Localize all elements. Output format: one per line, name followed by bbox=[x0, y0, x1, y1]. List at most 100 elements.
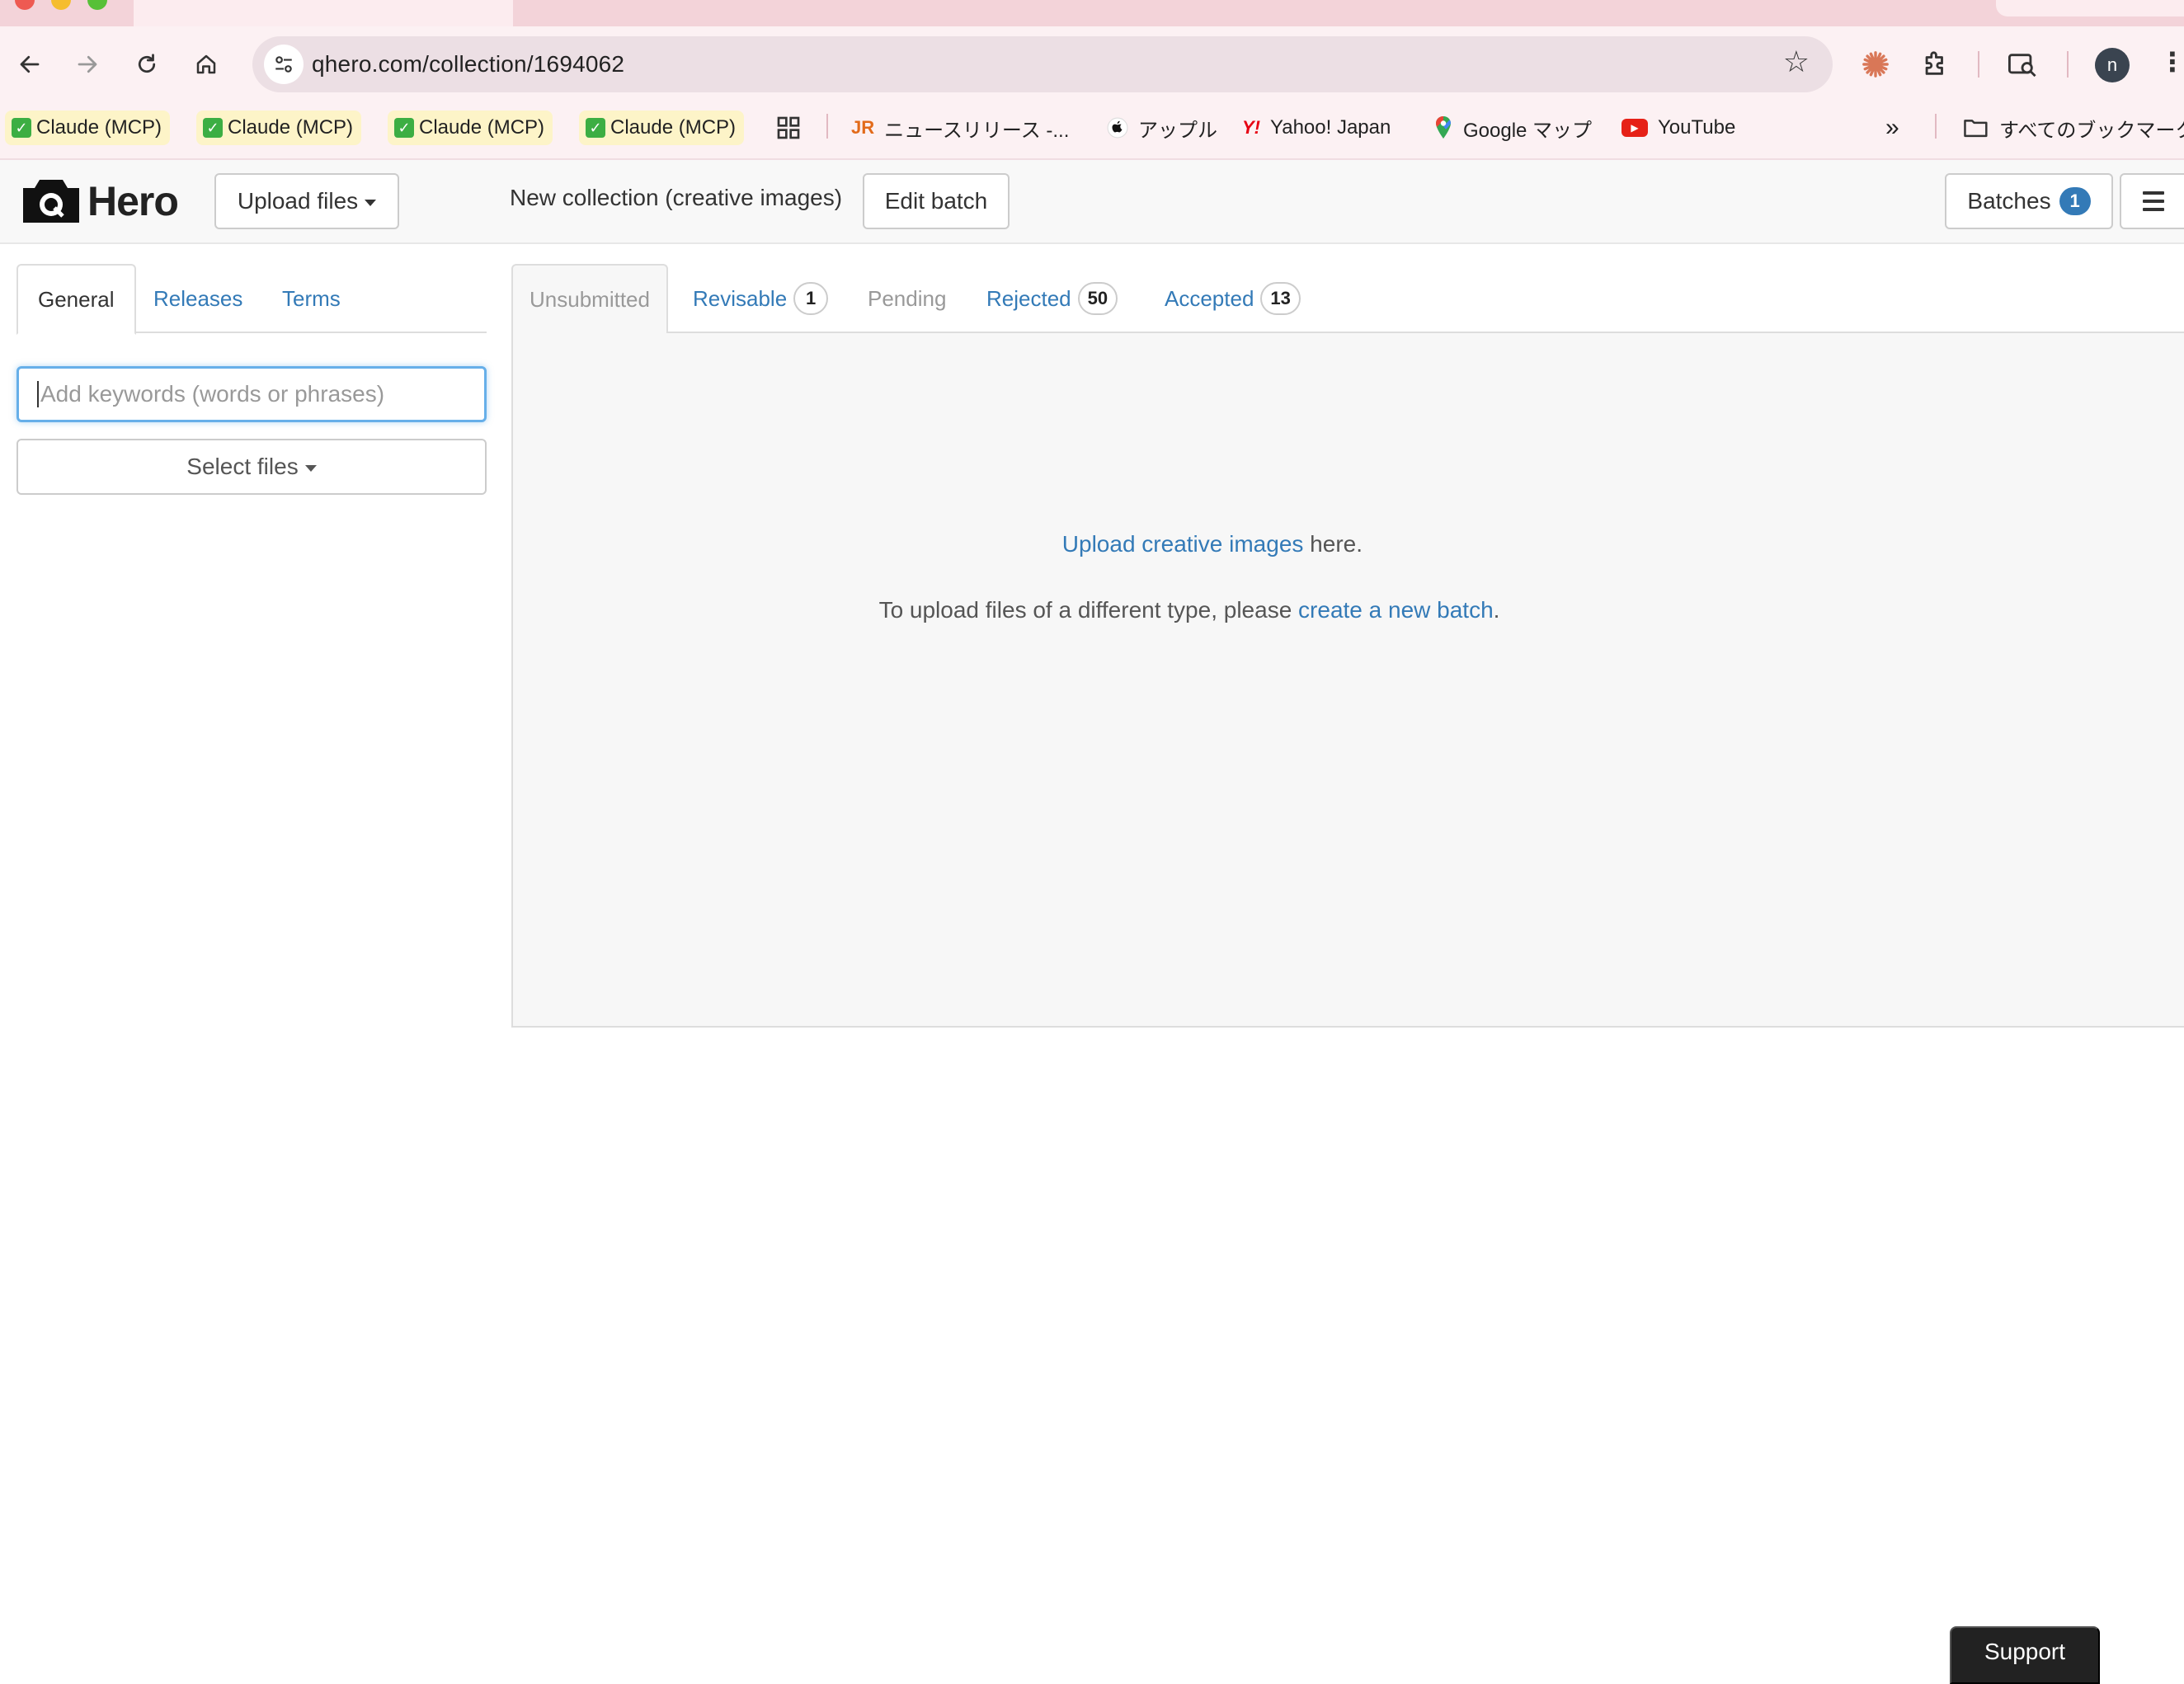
keywords-input[interactable]: Add keywords (words or phrases) bbox=[16, 366, 487, 422]
bookmark-youtube[interactable]: ▶ YouTube bbox=[1622, 111, 1735, 145]
bookmark-claude-mcp-2[interactable]: ✓ Claude (MCP) bbox=[196, 111, 362, 145]
site-settings-icon[interactable] bbox=[264, 45, 304, 84]
upload-files-button[interactable]: Upload files bbox=[214, 173, 399, 229]
apps-grid-icon bbox=[777, 116, 800, 139]
bookmark-separator bbox=[1935, 114, 1937, 139]
tab-unsubmitted[interactable]: Unsubmitted bbox=[511, 264, 668, 335]
google-maps-pin-icon bbox=[1433, 115, 1453, 140]
tab-count-badge: 13 bbox=[1260, 282, 1301, 315]
bookmark-label: Claude (MCP) bbox=[228, 116, 354, 139]
app-header: Hero Upload files New collection (creati… bbox=[0, 160, 2184, 244]
minimize-window-button[interactable] bbox=[51, 0, 71, 10]
arrow-left-icon bbox=[20, 55, 40, 73]
qhero-logo[interactable]: Hero bbox=[20, 175, 179, 228]
tab-pending[interactable]: Pending bbox=[851, 264, 963, 333]
batches-label: Batches bbox=[1967, 188, 2051, 214]
upload-instructions: Upload creative images here. bbox=[513, 531, 1363, 557]
check-icon: ✓ bbox=[203, 118, 223, 138]
tab-label: Accepted bbox=[1165, 285, 1254, 311]
different-type-instructions: To upload files of a different type, ple… bbox=[513, 597, 1866, 623]
create-new-batch-link[interactable]: create a new batch bbox=[1298, 597, 1494, 623]
files-content-pane: Upload creative images here. To upload f… bbox=[511, 333, 2184, 1028]
tab-revisable[interactable]: Revisable 1 bbox=[676, 264, 845, 333]
back-button[interactable] bbox=[3, 38, 56, 91]
jr-logo-icon: JR bbox=[851, 117, 875, 138]
bookmark-label: ニュースリリース -... bbox=[884, 119, 1070, 142]
all-bookmarks-folder[interactable]: すべてのブックマーク bbox=[1963, 111, 2184, 145]
maximize-window-button[interactable] bbox=[87, 0, 107, 10]
url-text[interactable]: qhero.com/collection/1694062 bbox=[312, 51, 624, 78]
bookmark-label: Claude (MCP) bbox=[36, 116, 162, 139]
bookmark-claude-mcp-3[interactable]: ✓ Claude (MCP) bbox=[388, 111, 553, 145]
bookmark-separator bbox=[826, 114, 828, 139]
hamburger-menu-button[interactable] bbox=[2120, 173, 2184, 229]
bookmark-label: Yahoo! Japan bbox=[1270, 116, 1391, 139]
bookmark-yahoo-japan[interactable]: Y! Yahoo! Japan bbox=[1242, 111, 1391, 145]
tab-count-badge: 50 bbox=[1077, 282, 1118, 315]
arrow-right-icon bbox=[78, 55, 97, 73]
extensions-puzzle-icon[interactable] bbox=[1912, 41, 1958, 87]
batches-button[interactable]: Batches 1 bbox=[1945, 173, 2113, 229]
collection-title: New collection (creative images) bbox=[510, 185, 843, 210]
bookmark-label: Claude (MCP) bbox=[610, 116, 737, 139]
apple-logo-icon bbox=[1107, 117, 1128, 139]
bookmark-claude-mcp-1[interactable]: ✓ Claude (MCP) bbox=[5, 111, 171, 145]
tab-accepted[interactable]: Accepted 13 bbox=[1148, 264, 1317, 333]
apps-grid-button[interactable] bbox=[775, 111, 802, 145]
bookmark-google-maps[interactable]: Google マップ bbox=[1433, 111, 1592, 145]
address-bar[interactable]: qhero.com/collection/1694062 ☆ bbox=[252, 36, 1833, 92]
status-tabs: Unsubmitted Revisable 1 Pending Rejected… bbox=[511, 264, 2184, 335]
upload-creative-images-link[interactable]: Upload creative images bbox=[1062, 531, 1304, 557]
home-icon bbox=[196, 54, 216, 74]
bookmark-label: Google マップ bbox=[1463, 119, 1593, 142]
edit-batch-button[interactable]: Edit batch bbox=[863, 173, 1010, 229]
bookmark-jr-news[interactable]: JR ニュースリリース -... bbox=[851, 111, 1069, 145]
tab-search-icon[interactable] bbox=[1999, 41, 2045, 87]
caret-down-icon bbox=[304, 465, 317, 472]
select-files-label: Select files bbox=[186, 454, 299, 479]
browser-tab-right[interactable] bbox=[1996, 0, 2184, 16]
tab-label: Rejected bbox=[986, 285, 1071, 311]
bookmark-label: すべてのブックマーク bbox=[1999, 119, 2184, 142]
caret-down-icon bbox=[365, 200, 377, 206]
tab-label: Unsubmitted bbox=[530, 286, 650, 312]
bookmark-apple[interactable]: アップル bbox=[1107, 111, 1217, 145]
left-panel-tabs: General Releases Terms bbox=[16, 264, 487, 335]
logo-text: Hero bbox=[87, 178, 179, 224]
period-text: . bbox=[1493, 597, 1500, 623]
profile-avatar[interactable]: n bbox=[2095, 48, 2130, 82]
home-button[interactable] bbox=[180, 38, 233, 91]
tab-label: Revisable bbox=[693, 285, 788, 311]
forward-button[interactable] bbox=[61, 38, 114, 91]
close-window-button[interactable] bbox=[15, 0, 35, 10]
text-cursor bbox=[37, 381, 39, 407]
toolbar-separator bbox=[1978, 51, 1979, 78]
bookmark-star-icon[interactable]: ☆ bbox=[1783, 45, 1810, 79]
yahoo-logo-icon: Y! bbox=[1242, 117, 1260, 138]
different-type-text: To upload files of a different type, ple… bbox=[878, 597, 1299, 623]
hamburger-icon bbox=[2143, 191, 2164, 211]
claude-extension-icon[interactable] bbox=[1852, 41, 1899, 87]
upload-suffix-text: here. bbox=[1303, 531, 1363, 557]
tab-count-badge: 1 bbox=[793, 282, 829, 315]
reload-button[interactable] bbox=[120, 38, 173, 91]
keywords-placeholder: Add keywords (words or phrases) bbox=[40, 381, 385, 407]
select-files-button[interactable]: Select files bbox=[16, 439, 487, 495]
tab-rejected[interactable]: Rejected 50 bbox=[970, 264, 1134, 333]
bookmark-label: アップル bbox=[1138, 119, 1217, 142]
check-icon: ✓ bbox=[586, 118, 605, 138]
check-icon: ✓ bbox=[394, 118, 414, 138]
bookmark-label: Claude (MCP) bbox=[419, 116, 545, 139]
upload-files-label: Upload files bbox=[237, 188, 359, 214]
tab-general[interactable]: General bbox=[16, 264, 136, 335]
browser-menu-icon[interactable]: ⋮ bbox=[2159, 46, 2184, 78]
folder-icon bbox=[1963, 117, 1989, 139]
bookmark-claude-mcp-4[interactable]: ✓ Claude (MCP) bbox=[579, 111, 745, 145]
bookmarks-bar: ✓ Claude (MCP) ✓ Claude (MCP) ✓ Claude (… bbox=[0, 102, 2184, 160]
tab-releases[interactable]: Releases bbox=[134, 264, 262, 333]
support-button[interactable]: Support bbox=[1950, 1626, 2100, 1684]
more-bookmarks-button[interactable]: » bbox=[1885, 111, 1899, 145]
batches-count-badge: 1 bbox=[2059, 187, 2091, 215]
browser-tab-active[interactable] bbox=[134, 0, 513, 26]
tab-terms[interactable]: Terms bbox=[262, 264, 360, 333]
